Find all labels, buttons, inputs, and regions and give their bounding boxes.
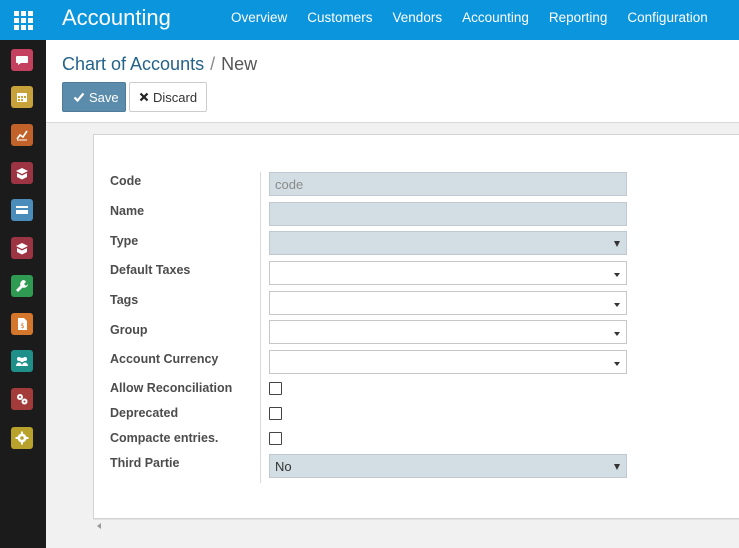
calendar-icon xyxy=(17,93,27,102)
save-button[interactable]: Save xyxy=(62,82,126,112)
default-taxes-input[interactable] xyxy=(269,261,627,285)
compacte-entries-label: Compacte entries. xyxy=(110,431,219,445)
save-button-label: Save xyxy=(89,89,119,105)
menu-overview[interactable]: Overview xyxy=(221,0,297,40)
breadcrumb-current: New xyxy=(221,54,258,74)
name-input[interactable] xyxy=(269,202,627,226)
scroll-left-arrow-icon[interactable] xyxy=(97,523,101,529)
name-label: Name xyxy=(110,204,145,218)
invoicing-card-icon xyxy=(16,206,28,214)
sidebar-item-tools[interactable] xyxy=(11,275,33,297)
compacte-entries-checkbox[interactable] xyxy=(269,432,282,445)
check-icon xyxy=(73,91,85,103)
expense-document-icon: $ xyxy=(18,318,27,330)
apps-grid-icon xyxy=(13,10,33,30)
dropdown-caret-icon xyxy=(614,464,620,470)
type-select[interactable] xyxy=(269,231,627,255)
sidebar-item-settings[interactable] xyxy=(11,427,33,449)
sidebar-item-purchase[interactable] xyxy=(11,237,33,259)
top-navbar: Accounting Overview Customers Vendors Ac… xyxy=(0,0,739,40)
code-placeholder: code xyxy=(275,177,304,192)
sidebar-item-dashboard[interactable] xyxy=(11,124,33,146)
dashboard-chart-icon xyxy=(16,130,28,141)
sidebar-item-employees[interactable] xyxy=(11,350,33,372)
tags-input[interactable] xyxy=(269,291,627,315)
sidebar-item-inventory[interactable] xyxy=(11,162,33,184)
sidebar-item-calendar[interactable] xyxy=(11,86,33,108)
app-title[interactable]: Accounting xyxy=(62,5,171,31)
default-taxes-label: Default Taxes xyxy=(110,263,191,277)
breadcrumb: Chart of Accounts / New xyxy=(62,52,257,76)
close-icon xyxy=(139,92,149,102)
manufacturing-icon xyxy=(17,394,28,405)
inventory-box-icon xyxy=(16,168,28,180)
menu-reporting[interactable]: Reporting xyxy=(539,0,618,40)
sidebar-item-invoicing[interactable] xyxy=(11,199,33,221)
dropdown-caret-icon xyxy=(614,332,620,336)
deprecated-label: Deprecated xyxy=(110,406,179,420)
svg-text:$: $ xyxy=(20,322,24,330)
menu-customers[interactable]: Customers xyxy=(297,0,382,40)
settings-gear-icon xyxy=(15,431,29,445)
discuss-icon xyxy=(16,56,28,65)
type-label: Type xyxy=(110,234,139,248)
code-input[interactable]: code xyxy=(269,172,627,196)
account-currency-label: Account Currency xyxy=(110,352,219,366)
app-sidebar: $ xyxy=(0,40,46,548)
dropdown-caret-icon xyxy=(614,303,620,307)
purchase-box-icon xyxy=(16,243,28,255)
sidebar-item-manufacturing[interactable] xyxy=(11,388,33,410)
menu-vendors[interactable]: Vendors xyxy=(383,0,453,40)
sidebar-item-expenses[interactable]: $ xyxy=(11,313,33,335)
form-group-divider xyxy=(260,172,261,483)
dropdown-caret-icon xyxy=(614,362,620,366)
employees-icon xyxy=(16,357,28,366)
third-partie-select[interactable]: No xyxy=(269,454,627,478)
discard-button-label: Discard xyxy=(153,89,198,105)
top-menu: Overview Customers Vendors Accounting Re… xyxy=(221,0,718,40)
horizontal-scrollbar[interactable] xyxy=(93,519,739,533)
settings-wrench-icon xyxy=(16,280,28,292)
menu-configuration[interactable]: Configuration xyxy=(617,0,717,40)
discard-button[interactable]: Discard xyxy=(129,82,207,112)
dropdown-caret-icon xyxy=(614,273,620,277)
tags-label: Tags xyxy=(110,293,139,307)
group-label: Group xyxy=(110,323,148,337)
breadcrumb-parent-link[interactable]: Chart of Accounts xyxy=(62,54,204,74)
allow-reconciliation-checkbox[interactable] xyxy=(269,382,282,395)
dropdown-caret-icon xyxy=(614,241,620,247)
group-input[interactable] xyxy=(269,320,627,344)
breadcrumb-separator: / xyxy=(210,54,216,74)
account-currency-input[interactable] xyxy=(269,350,627,374)
third-partie-label: Third Partie xyxy=(110,456,180,470)
deprecated-checkbox[interactable] xyxy=(269,407,282,420)
allow-reconciliation-label: Allow Reconciliation xyxy=(110,381,233,395)
apps-menu-button[interactable] xyxy=(0,0,46,40)
sidebar-item-discuss[interactable] xyxy=(11,49,33,71)
menu-accounting[interactable]: Accounting xyxy=(452,0,539,40)
code-label: Code xyxy=(110,174,142,188)
third-partie-value: No xyxy=(275,459,292,474)
